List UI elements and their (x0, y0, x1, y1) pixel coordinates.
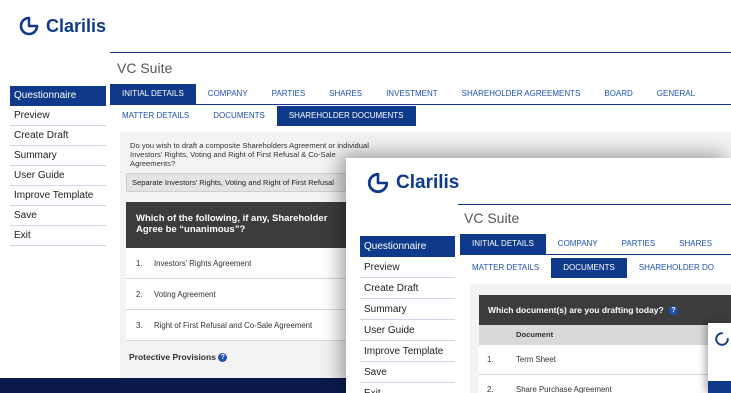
table-row[interactable]: 2. Share Purchase Agreement (479, 375, 731, 393)
sidebar-item-summary[interactable]: Summary (360, 299, 455, 320)
question-composite-agreement: Do you wish to draft a composite Shareho… (130, 141, 369, 168)
tab-shareholder-documents[interactable]: SHAREHOLDER DOCUMENTS (276, 106, 416, 126)
row-number: 2. (136, 289, 143, 299)
sidebar-item-exit[interactable]: Exit (10, 226, 106, 246)
third-window-edge (708, 323, 731, 393)
row-number: 2. (487, 385, 494, 393)
tab-investment[interactable]: INVESTMENT (374, 84, 450, 104)
tab-initial-details[interactable]: INITIAL DETAILS (110, 84, 196, 104)
secondary-tabs: MATTER DETAILS DOCUMENTS SHAREHOLDER DO (460, 258, 726, 278)
secondary-tabs: MATTER DETAILS DOCUMENTS SHAREHOLDER DOC… (110, 106, 416, 126)
tab-matter-details[interactable]: MATTER DETAILS (110, 106, 201, 126)
documents-question-header: Which document(s) are you drafting today… (479, 295, 731, 325)
brand-name: Clarilis (396, 172, 460, 193)
tab-general[interactable]: GENERAL (645, 84, 707, 104)
sidebar-item-preview[interactable]: Preview (10, 106, 106, 126)
front-app-window: Clarilis VC Suite Questionnaire Preview … (346, 158, 731, 393)
documents-table-header: Document (479, 325, 731, 345)
row-number: 1. (487, 355, 494, 364)
tab-parties[interactable]: PARTIES (610, 234, 668, 254)
row-number: 1. (136, 258, 143, 268)
tab-documents[interactable]: DOCUMENTS (551, 258, 627, 278)
table-row[interactable]: 2. Voting Agreement (126, 279, 366, 310)
tab-board[interactable]: BOARD (592, 84, 644, 104)
primary-tabs: INITIAL DETAILS COMPANY PARTIES SHARES I… (110, 84, 731, 105)
info-icon[interactable]: ? (669, 306, 679, 316)
row-label: Share Purchase Agreement (516, 385, 612, 393)
tab-documents[interactable]: DOCUMENTS (201, 106, 277, 126)
tab-parties[interactable]: PARTIES (260, 84, 318, 104)
row-label: Investors' Rights Agreement (154, 258, 252, 268)
tab-company[interactable]: COMPANY (196, 84, 260, 104)
table-row[interactable]: 1. Investors' Rights Agreement (126, 248, 366, 279)
sidebar-item-user-guide[interactable]: User Guide (10, 166, 106, 186)
sidebar-item-user-guide[interactable]: User Guide (360, 320, 455, 341)
sidebar-item-improve-template[interactable]: Improve Template (360, 341, 455, 362)
row-number: 3. (136, 320, 143, 330)
row-label: Right of First Refusal and Co-Sale Agree… (154, 320, 313, 330)
brand-name: Clarilis (46, 15, 107, 36)
clarilis-logo-icon (715, 332, 729, 346)
protective-provisions-heading: Protective Provisions ? (129, 352, 228, 363)
sidebar-item-summary[interactable]: Summary (10, 146, 106, 166)
sidebar-item-exit[interactable]: Exit (360, 383, 455, 393)
unanimous-question-header: Which of the following, if any, Sharehol… (126, 202, 366, 248)
header-divider (110, 52, 731, 53)
brand-logo: Clarilis (18, 15, 106, 37)
sidebar: Questionnaire Preview Create Draft Summa… (10, 86, 106, 246)
unanimous-question-text: Which of the following, if any, Sharehol… (136, 213, 328, 235)
tab-company[interactable]: COMPANY (546, 234, 610, 254)
column-header-document: Document (516, 330, 554, 339)
sidebar-item-save[interactable]: Save (10, 206, 106, 226)
clarilis-logo-icon (367, 172, 389, 194)
sidebar-item-save[interactable]: Save (360, 362, 455, 383)
sidebar-item-create-draft[interactable]: Create Draft (10, 126, 106, 146)
sidebar-item-create-draft[interactable]: Create Draft (360, 278, 455, 299)
table-row[interactable]: 1. Term Sheet (479, 345, 731, 375)
third-window-bar (708, 381, 731, 393)
tab-shareholder-agreements[interactable]: SHAREHOLDER AGREEMENTS (450, 84, 593, 104)
table-row[interactable]: 3. Right of First Refusal and Co-Sale Ag… (126, 310, 366, 341)
sidebar: Questionnaire Preview Create Draft Summa… (360, 236, 455, 393)
tab-shareholder-documents[interactable]: SHAREHOLDER DO (627, 258, 726, 278)
info-icon[interactable]: ? (218, 353, 228, 363)
tab-shares[interactable]: SHARES (317, 84, 374, 104)
suite-title: VC Suite (117, 60, 173, 76)
brand-logo: Clarilis (366, 171, 459, 195)
protective-provisions-label: Protective Provisions (129, 352, 216, 362)
sidebar-item-preview[interactable]: Preview (360, 257, 455, 278)
question-panel: Which document(s) are you drafting today… (470, 284, 731, 393)
agreement-type-select[interactable]: Separate Investors' Rights, Voting and R… (126, 173, 366, 192)
sidebar-item-improve-template[interactable]: Improve Template (10, 186, 106, 206)
tab-shares[interactable]: SHARES (667, 234, 724, 254)
primary-tabs: INITIAL DETAILS COMPANY PARTIES SHARES (460, 234, 731, 255)
clarilis-logo-icon (19, 16, 39, 36)
header-divider (458, 204, 731, 205)
documents-question-text: Which document(s) are you drafting today… (488, 305, 664, 315)
row-label: Term Sheet (516, 355, 556, 364)
tab-matter-details[interactable]: MATTER DETAILS (460, 258, 551, 278)
sidebar-item-questionnaire[interactable]: Questionnaire (10, 86, 106, 106)
tab-initial-details[interactable]: INITIAL DETAILS (460, 234, 546, 254)
sidebar-item-questionnaire[interactable]: Questionnaire (360, 236, 455, 257)
row-label: Voting Agreement (154, 289, 216, 299)
suite-title: VC Suite (464, 210, 520, 226)
